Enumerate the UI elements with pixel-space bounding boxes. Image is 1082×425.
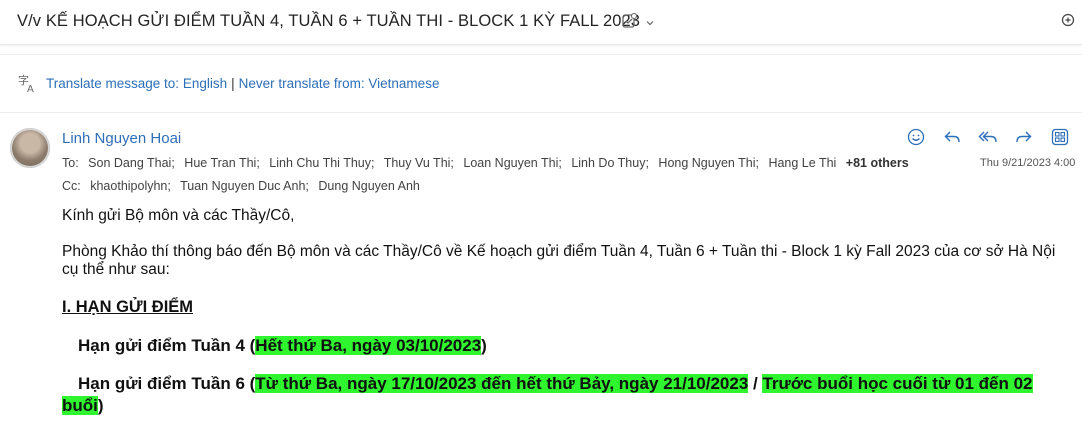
translate-message-link[interactable]: Translate message to: English <box>46 76 227 91</box>
recipient[interactable]: Son Dang Thai; <box>88 156 175 170</box>
translate-icon: 字A <box>17 72 39 99</box>
recipient[interactable]: Linh Do Thuy; <box>571 156 649 170</box>
more-recipients-button[interactable]: +81 others <box>846 156 909 170</box>
translate-separator: | <box>231 76 235 91</box>
translate-bar: 字A Translate message to: English | Never t… <box>0 54 1082 113</box>
cc-recipient[interactable]: khaothipolyhn; <box>90 179 171 193</box>
cc-recipients: Cc: khaothipolyhn; Tuan Nguyen Duc Anh; … <box>62 179 426 193</box>
cc-recipient[interactable]: Tuan Nguyen Duc Anh; <box>180 179 309 193</box>
line2-highlight1: Từ thứ Ba, ngày 17/10/2023 đến hết thứ B… <box>255 374 749 393</box>
line1-suffix: ) <box>481 336 487 355</box>
message-date: Thu 9/21/2023 4:00 <box>980 157 1076 169</box>
recipient[interactable]: Hang Le Thi <box>768 156 836 170</box>
subject-icons[interactable] <box>621 12 655 35</box>
cc-label: Cc: <box>62 179 81 193</box>
email-subject: V/v KẾ HOẠCH GỬI ĐIỂM TUẦN 4, TUẦN 6 + T… <box>17 12 641 30</box>
message-actions <box>904 126 1072 148</box>
zoom-icon[interactable] <box>1060 12 1076 33</box>
recipient[interactable]: Loan Nguyen Thi; <box>463 156 561 170</box>
greeting: Kính gửi Bộ môn và các Thầy/Cô, <box>62 207 295 224</box>
recipient[interactable]: Hong Nguyen Thi; <box>658 156 759 170</box>
line1-highlight: Hết thứ Ba, ngày 03/10/2023 <box>255 336 482 355</box>
reply-all-icon[interactable] <box>976 126 1000 148</box>
line2-suffix: ) <box>97 396 104 415</box>
recipient[interactable]: Linh Chu Thi Thuy; <box>269 156 374 170</box>
line2-mid: / <box>748 374 763 393</box>
avatar[interactable] <box>10 128 50 168</box>
chevron-down-icon[interactable] <box>645 15 655 33</box>
never-translate-link[interactable]: Never translate from: Vietnamese <box>239 76 440 91</box>
apps-icon[interactable] <box>1048 126 1072 148</box>
to-recipients: To: Son Dang Thai; Hue Tran Thi; Linh Ch… <box>62 156 909 170</box>
recipient[interactable]: Hue Tran Thi; <box>184 156 260 170</box>
tag-icon[interactable] <box>621 12 639 35</box>
line2-prefix: Hạn gửi điểm Tuần 6 ( <box>78 374 256 393</box>
deadline-week4: Hạn gửi điểm Tuần 4 (Hết thứ Ba, ngày 03… <box>62 335 487 357</box>
forward-icon[interactable] <box>1012 126 1036 148</box>
deadline-week6: Hạn gửi điểm Tuần 6 (Từ thứ Ba, ngày 17/… <box>62 373 1074 417</box>
intro-paragraph: Phòng Khảo thí thông báo đến Bộ môn và c… <box>62 243 1056 278</box>
to-label: To: <box>62 156 79 170</box>
emoji-icon[interactable] <box>904 126 928 148</box>
sender-name[interactable]: Linh Nguyen Hoai <box>62 130 181 147</box>
reply-icon[interactable] <box>940 126 964 148</box>
cc-recipient[interactable]: Dung Nguyen Anh <box>318 179 419 193</box>
section-heading: I. HẠN GỬI ĐIỂM <box>62 298 194 316</box>
line1-prefix: Hạn gửi điểm Tuần 4 ( <box>78 336 256 355</box>
svg-text:A: A <box>27 84 34 94</box>
subject-bar: V/v KẾ HOẠCH GỬI ĐIỂM TUẦN 4, TUẦN 6 + T… <box>0 0 1082 45</box>
recipient[interactable]: Thuy Vu Thi; <box>384 156 454 170</box>
